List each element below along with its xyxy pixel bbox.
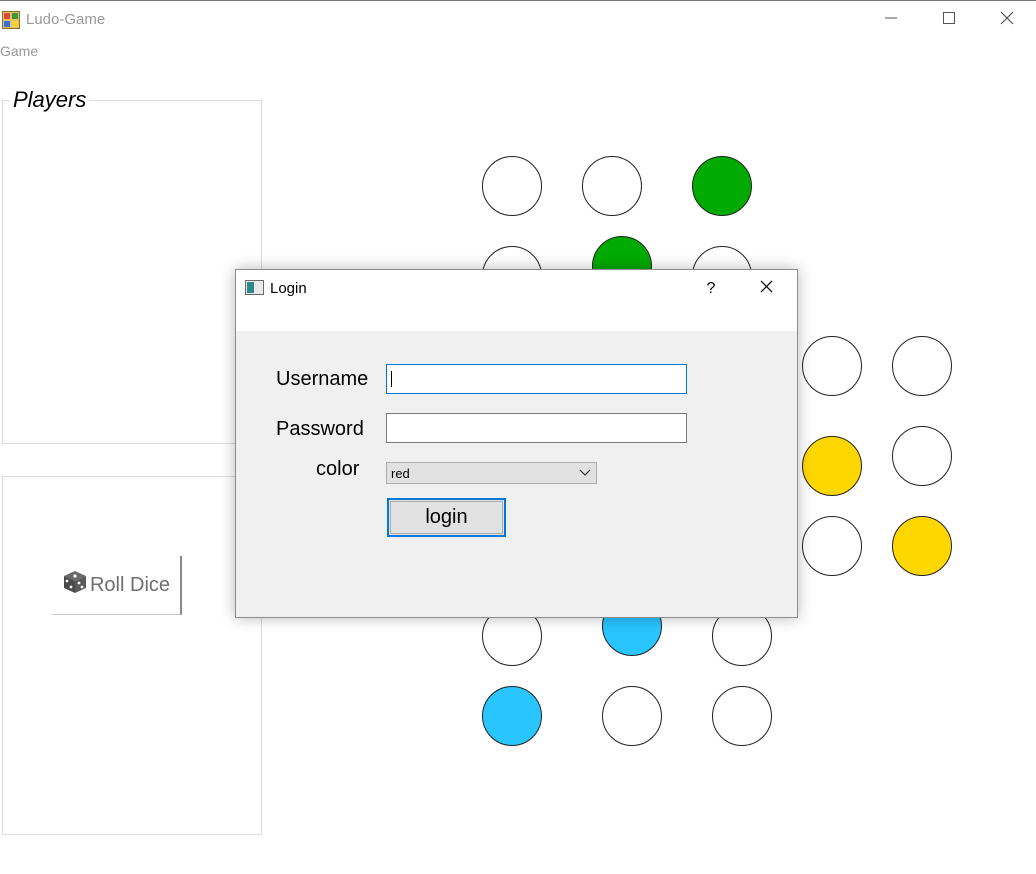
board-cell[interactable]	[482, 156, 542, 216]
ludo-board-icon	[2, 11, 20, 29]
username-field[interactable]	[386, 364, 687, 394]
color-select-value: red	[391, 466, 410, 481]
dialog-close-button[interactable]	[751, 276, 781, 302]
board-cell-green[interactable]	[692, 156, 752, 216]
login-dialog-titlebar: Login ?	[236, 270, 797, 331]
close-button[interactable]	[978, 1, 1036, 39]
board-cell[interactable]	[602, 686, 662, 746]
username-label: Username	[276, 368, 369, 390]
close-icon	[1000, 11, 1014, 30]
board-cell[interactable]	[712, 686, 772, 746]
menu-game[interactable]: Game	[0, 43, 38, 59]
close-icon	[760, 280, 773, 298]
players-title: Players	[10, 87, 90, 113]
window-icon	[245, 280, 264, 295]
roll-dice-button[interactable]: Roll Dice	[52, 556, 182, 615]
board-cell[interactable]	[892, 426, 952, 486]
board-cell[interactable]	[802, 516, 862, 576]
chevron-down-icon	[579, 466, 591, 478]
login-button-label: login	[425, 506, 468, 528]
color-select[interactable]: red	[386, 462, 597, 484]
help-button[interactable]: ?	[696, 276, 726, 302]
dice-panel	[2, 476, 262, 835]
color-label: color	[316, 458, 360, 480]
minimize-icon	[885, 11, 897, 29]
menu-bar: Game	[0, 43, 38, 65]
board-cell-yellow[interactable]	[802, 436, 862, 496]
roll-dice-label: Roll Dice	[89, 573, 171, 596]
password-field[interactable]	[386, 413, 687, 443]
players-panel	[2, 100, 262, 444]
title-bar: Ludo-Game	[0, 1, 1036, 39]
maximize-icon	[943, 11, 955, 29]
board-cell[interactable]	[582, 156, 642, 216]
login-dialog: Login ? Username Password color red logi…	[235, 269, 798, 618]
ludo-game-window: Ludo-Game Game Players Roll Dice Login ?…	[0, 0, 1036, 874]
board-cell[interactable]	[892, 336, 952, 396]
board-cell-yellow[interactable]	[892, 516, 952, 576]
minimize-button[interactable]	[862, 1, 920, 39]
login-dialog-title: Login	[270, 280, 307, 297]
window-title: Ludo-Game	[26, 11, 106, 28]
text-caret	[391, 371, 392, 387]
board-cell[interactable]	[802, 336, 862, 396]
password-label: Password	[276, 418, 364, 440]
maximize-button[interactable]	[920, 1, 978, 39]
board-cell-blue[interactable]	[482, 686, 542, 746]
login-button[interactable]: login	[387, 498, 506, 537]
dice-icon	[62, 569, 88, 601]
